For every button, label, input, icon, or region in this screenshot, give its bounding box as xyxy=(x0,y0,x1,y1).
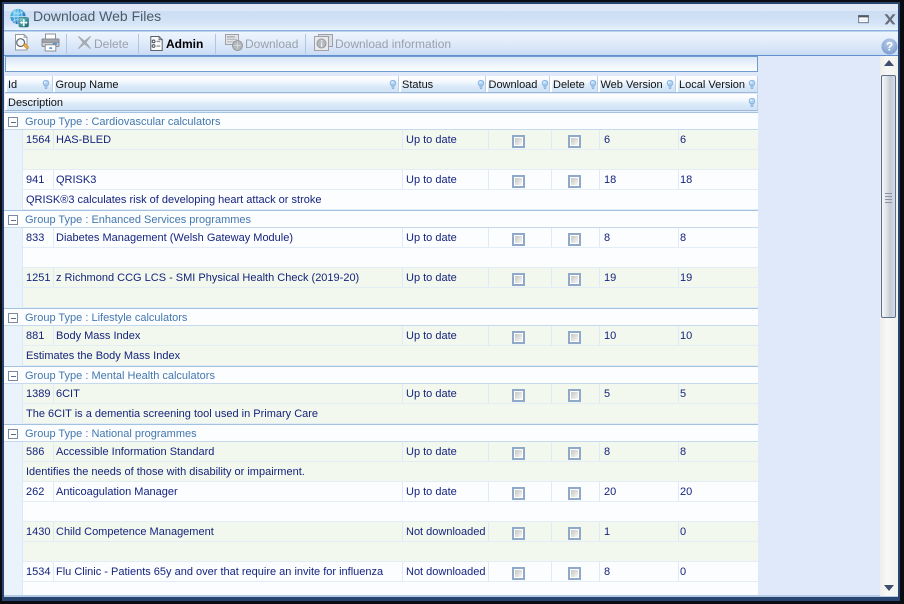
svg-text:?: ? xyxy=(886,40,893,54)
